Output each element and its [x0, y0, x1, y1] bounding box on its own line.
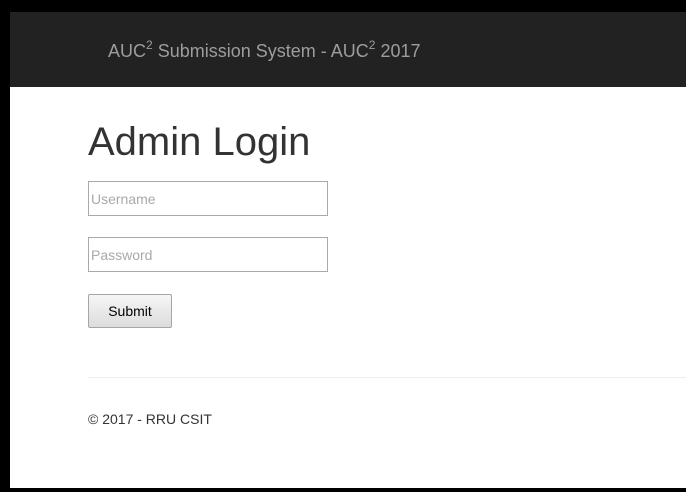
brand-suffix: 2017	[375, 41, 421, 61]
brand-link[interactable]: AUC2 Submission System - AUC2 2017	[108, 38, 421, 62]
footer-divider	[88, 377, 686, 378]
password-input[interactable]	[88, 237, 328, 272]
brand-prefix: AUC	[108, 41, 147, 61]
navbar: AUC2 Submission System - AUC2 2017	[10, 12, 686, 87]
submit-button[interactable]: Submit	[88, 294, 172, 328]
username-input[interactable]	[88, 181, 328, 216]
page-title: Admin Login	[88, 120, 311, 164]
brand-middle: Submission System - AUC	[152, 41, 369, 61]
brand-superscript-1: 2	[146, 38, 153, 52]
brand-superscript-2: 2	[368, 38, 376, 52]
page-frame: AUC2 Submission System - AUC2 2017 Admin…	[0, 0, 686, 492]
footer-copyright: © 2017 - RRU CSIT	[88, 411, 212, 427]
